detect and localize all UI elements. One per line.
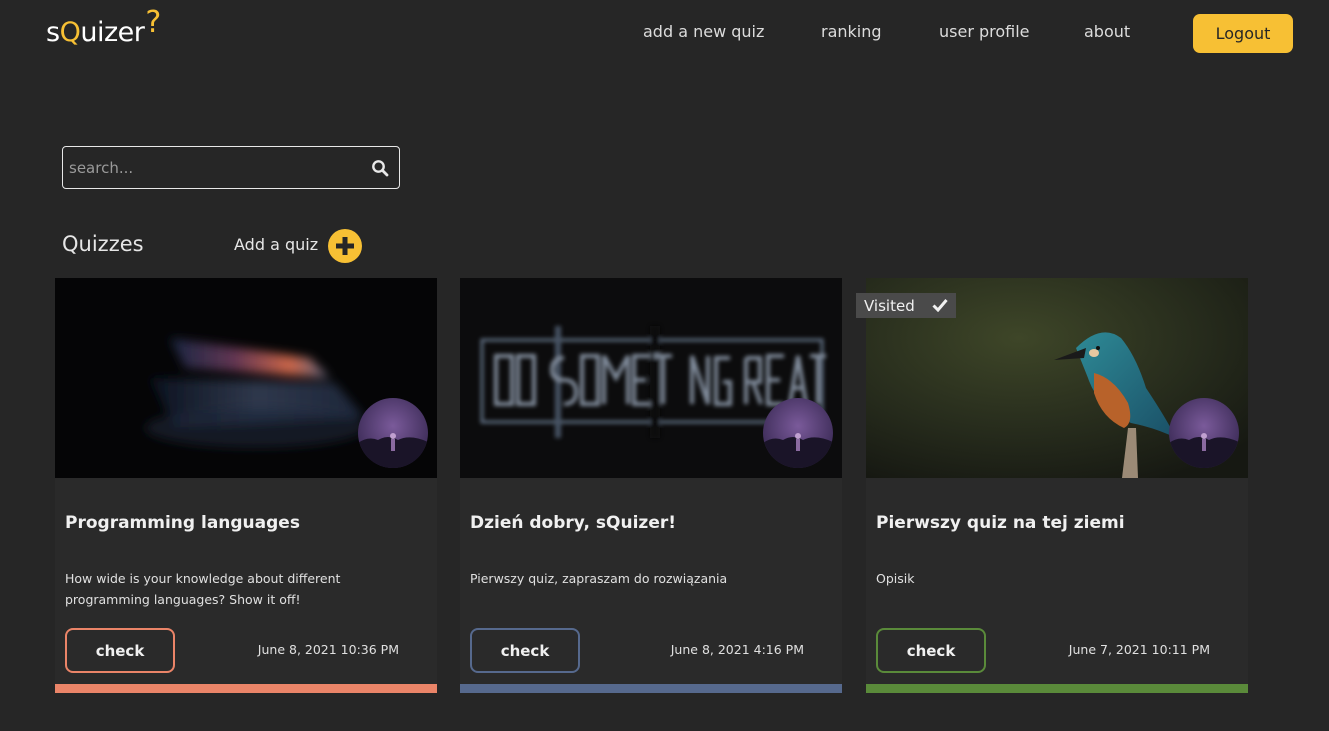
search-box [62, 146, 400, 189]
check-button[interactable]: check [470, 628, 580, 673]
quiz-description: How wide is your knowledge about differe… [65, 571, 341, 607]
visited-label: Visited [864, 296, 915, 315]
quiz-card: Visited Pierwszy quiz na tej ziemi Opisi… [856, 278, 1248, 693]
quiz-date: June 7, 2021 10:11 PM [1068, 642, 1210, 657]
search-input[interactable] [69, 155, 359, 181]
quiz-card-image [460, 278, 842, 478]
add-quiz-label[interactable]: Add a quiz [234, 235, 318, 254]
quiz-date: June 8, 2021 4:16 PM [670, 642, 804, 657]
check-button[interactable]: check [876, 628, 986, 673]
quiz-color-bar [866, 684, 1248, 693]
checkmark-icon [932, 299, 948, 312]
check-button[interactable]: check [65, 628, 175, 673]
quiz-title: Dzień dobry, sQuizer! [470, 513, 676, 533]
quiz-color-bar [460, 684, 842, 693]
quiz-color-bar [55, 684, 437, 693]
search-icon[interactable] [371, 159, 389, 177]
nav-user-profile-link[interactable]: user profile [939, 22, 1030, 41]
quiz-description: Opisik [876, 571, 915, 586]
quiz-card: Programming languages How wide is your k… [55, 278, 437, 693]
plus-icon [336, 237, 354, 255]
quiz-card: Dzień dobry, sQuizer! Pierwszy quiz, zap… [460, 278, 842, 693]
logo-question-mark: ? [145, 5, 161, 40]
quiz-title: Pierwszy quiz na tej ziemi [876, 513, 1125, 533]
logo-rest: uizer [80, 17, 145, 48]
logo-q: Q [59, 17, 81, 48]
author-avatar [358, 398, 428, 468]
quiz-card-image [55, 278, 437, 478]
logo[interactable]: sQuizer? [46, 5, 161, 49]
visited-badge: Visited [856, 293, 956, 318]
logo-s: s [46, 17, 60, 48]
quizzes-heading: Quizzes [62, 232, 144, 256]
nav-ranking-link[interactable]: ranking [821, 22, 882, 41]
author-avatar [763, 398, 833, 468]
author-avatar [1169, 398, 1239, 468]
nav-add-quiz-link[interactable]: add a new quiz [643, 22, 764, 41]
logout-button[interactable]: Logout [1193, 14, 1293, 53]
quiz-date: June 8, 2021 10:36 PM [257, 642, 399, 657]
add-quiz-button[interactable] [328, 229, 362, 263]
nav-about-link[interactable]: about [1084, 22, 1130, 41]
quiz-title: Programming languages [65, 513, 300, 533]
quiz-description: Pierwszy quiz, zapraszam do rozwiązania [470, 571, 728, 586]
